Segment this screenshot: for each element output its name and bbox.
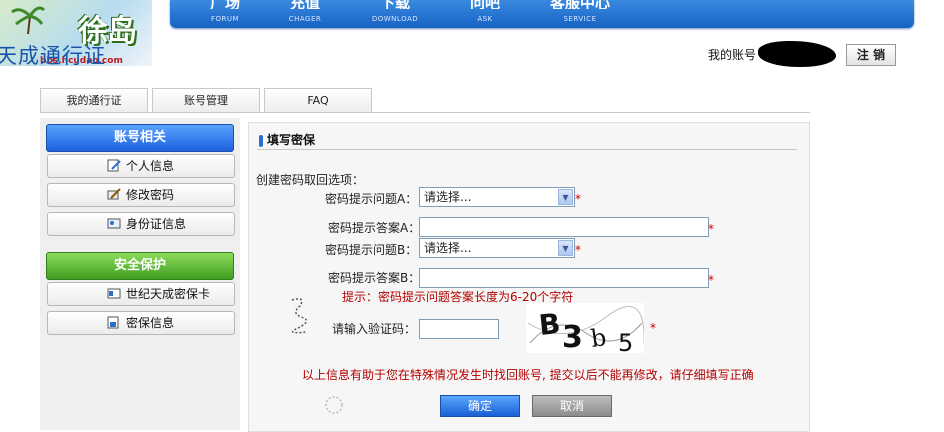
sidebar-item-label: 世纪天成密保卡	[126, 287, 211, 301]
confirm-button[interactable]: 确定	[440, 395, 520, 417]
question-b-label: 密码提示问题B：	[325, 243, 418, 257]
sidebar-item-id-card-info[interactable]: 身份证信息	[47, 212, 235, 236]
sidebar-item-security-info[interactable]: 密保信息	[47, 311, 235, 335]
sidebar-group-account: 账号相关	[46, 124, 234, 152]
nav-download-sub: DOWNLOAD	[371, 15, 419, 23]
svg-text:3: 3	[562, 320, 583, 353]
sidebar-group-security: 安全保护	[46, 252, 234, 280]
nav-download-label: 下载	[379, 0, 410, 9]
card-icon	[107, 288, 121, 299]
answer-b-input[interactable]	[419, 268, 709, 288]
pencil-edit-icon	[107, 188, 121, 200]
question-a-value: 请选择...	[424, 190, 472, 204]
svg-text:b: b	[589, 323, 608, 353]
nav-charge-sub: CHAGER	[288, 15, 322, 23]
captcha-graphic: B 3 b 5	[527, 306, 645, 357]
sidebar-item-label: 密保信息	[126, 316, 175, 330]
required-mark: *	[708, 222, 714, 236]
nav-service-label: 客服中心	[549, 0, 610, 9]
section-divider	[257, 149, 797, 150]
nav-ask-label: 问吧	[469, 0, 500, 9]
nav-forum-label: 广场	[209, 0, 240, 9]
svg-text:5: 5	[618, 329, 633, 353]
tab-faq[interactable]: FAQ	[264, 88, 372, 113]
id-card-icon	[107, 218, 121, 229]
required-mark: *	[708, 273, 714, 287]
chevron-down-icon: ▼	[558, 189, 573, 205]
nav-download[interactable]: 下载 DOWNLOAD	[350, 0, 440, 23]
nav-charge-label: 充值	[289, 0, 320, 9]
nav-service[interactable]: 客服中心 SERVICE	[530, 0, 630, 23]
nav-forum-sub: FORUM	[210, 15, 240, 23]
captcha-input[interactable]	[419, 319, 499, 339]
sidebar-item-personal-info[interactable]: 个人信息	[47, 154, 235, 178]
tab-account-management[interactable]: 账号管理	[152, 88, 260, 113]
account-name-redacted	[758, 41, 836, 67]
chevron-down-icon: ▼	[558, 240, 573, 256]
nav-service-sub: SERVICE	[563, 15, 597, 23]
nav-ask[interactable]: 问吧 ASK	[440, 0, 530, 23]
svg-text:B: B	[537, 307, 562, 342]
top-navigation: 广场 FORUM 充值 CHAGER 下载 DOWNLOAD 问吧 ASK 客服…	[170, 0, 914, 28]
captcha-label: 请输入验证码：	[332, 322, 417, 336]
question-b-value: 请选择...	[424, 241, 472, 255]
account-label: 我的账号	[708, 48, 757, 62]
sidebar-item-change-password[interactable]: 修改密码	[47, 183, 235, 207]
nav-charge[interactable]: 充值 CHAGER	[260, 0, 350, 23]
required-mark: *	[575, 243, 581, 257]
nav-ask-sub: ASK	[477, 15, 493, 23]
question-a-label: 密码提示问题A：	[325, 192, 418, 206]
brand-title: 天成通行证	[0, 44, 106, 68]
sidebar-item-label: 修改密码	[126, 188, 175, 202]
question-b-select[interactable]: 请选择... ▼	[419, 238, 575, 258]
palm-tree-icon	[11, 6, 46, 34]
decorative-swirl-icon	[325, 396, 343, 414]
decorative-doodle-icon	[291, 298, 308, 334]
sidebar: 账号相关 个人信息 修改密码 身份证信息 安全保护 世纪天成密保卡 密保信息	[40, 118, 240, 430]
document-edit-icon	[107, 159, 121, 172]
sidebar-item-label: 个人信息	[126, 159, 175, 173]
answer-b-label: 密码提示答案B：	[328, 271, 421, 285]
logout-button[interactable]: 注 销	[846, 44, 896, 66]
required-mark: *	[575, 192, 581, 206]
nav-forum[interactable]: 广场 FORUM	[180, 0, 270, 23]
answer-a-label: 密码提示答案A：	[328, 221, 421, 235]
question-a-select[interactable]: 请选择... ▼	[419, 187, 575, 207]
notice-text: 以上信息有助于您在特殊情况发生时找回账号, 提交以后不能再修改，请仔细填写正确	[302, 368, 754, 382]
section-marker	[259, 135, 263, 147]
sidebar-item-label: 身份证信息	[126, 217, 187, 231]
captcha-image[interactable]: B 3 b 5	[526, 303, 645, 357]
document-lock-icon	[107, 316, 119, 329]
form-intro: 创建密码取回选项：	[256, 173, 365, 187]
cancel-button[interactable]: 取消	[532, 395, 612, 417]
answer-a-input[interactable]	[419, 217, 709, 237]
sidebar-item-security-card[interactable]: 世纪天成密保卡	[47, 282, 235, 306]
section-title: 填写密保	[267, 133, 316, 147]
tab-my-passport[interactable]: 我的通行证	[40, 88, 148, 113]
required-mark: *	[650, 321, 656, 335]
